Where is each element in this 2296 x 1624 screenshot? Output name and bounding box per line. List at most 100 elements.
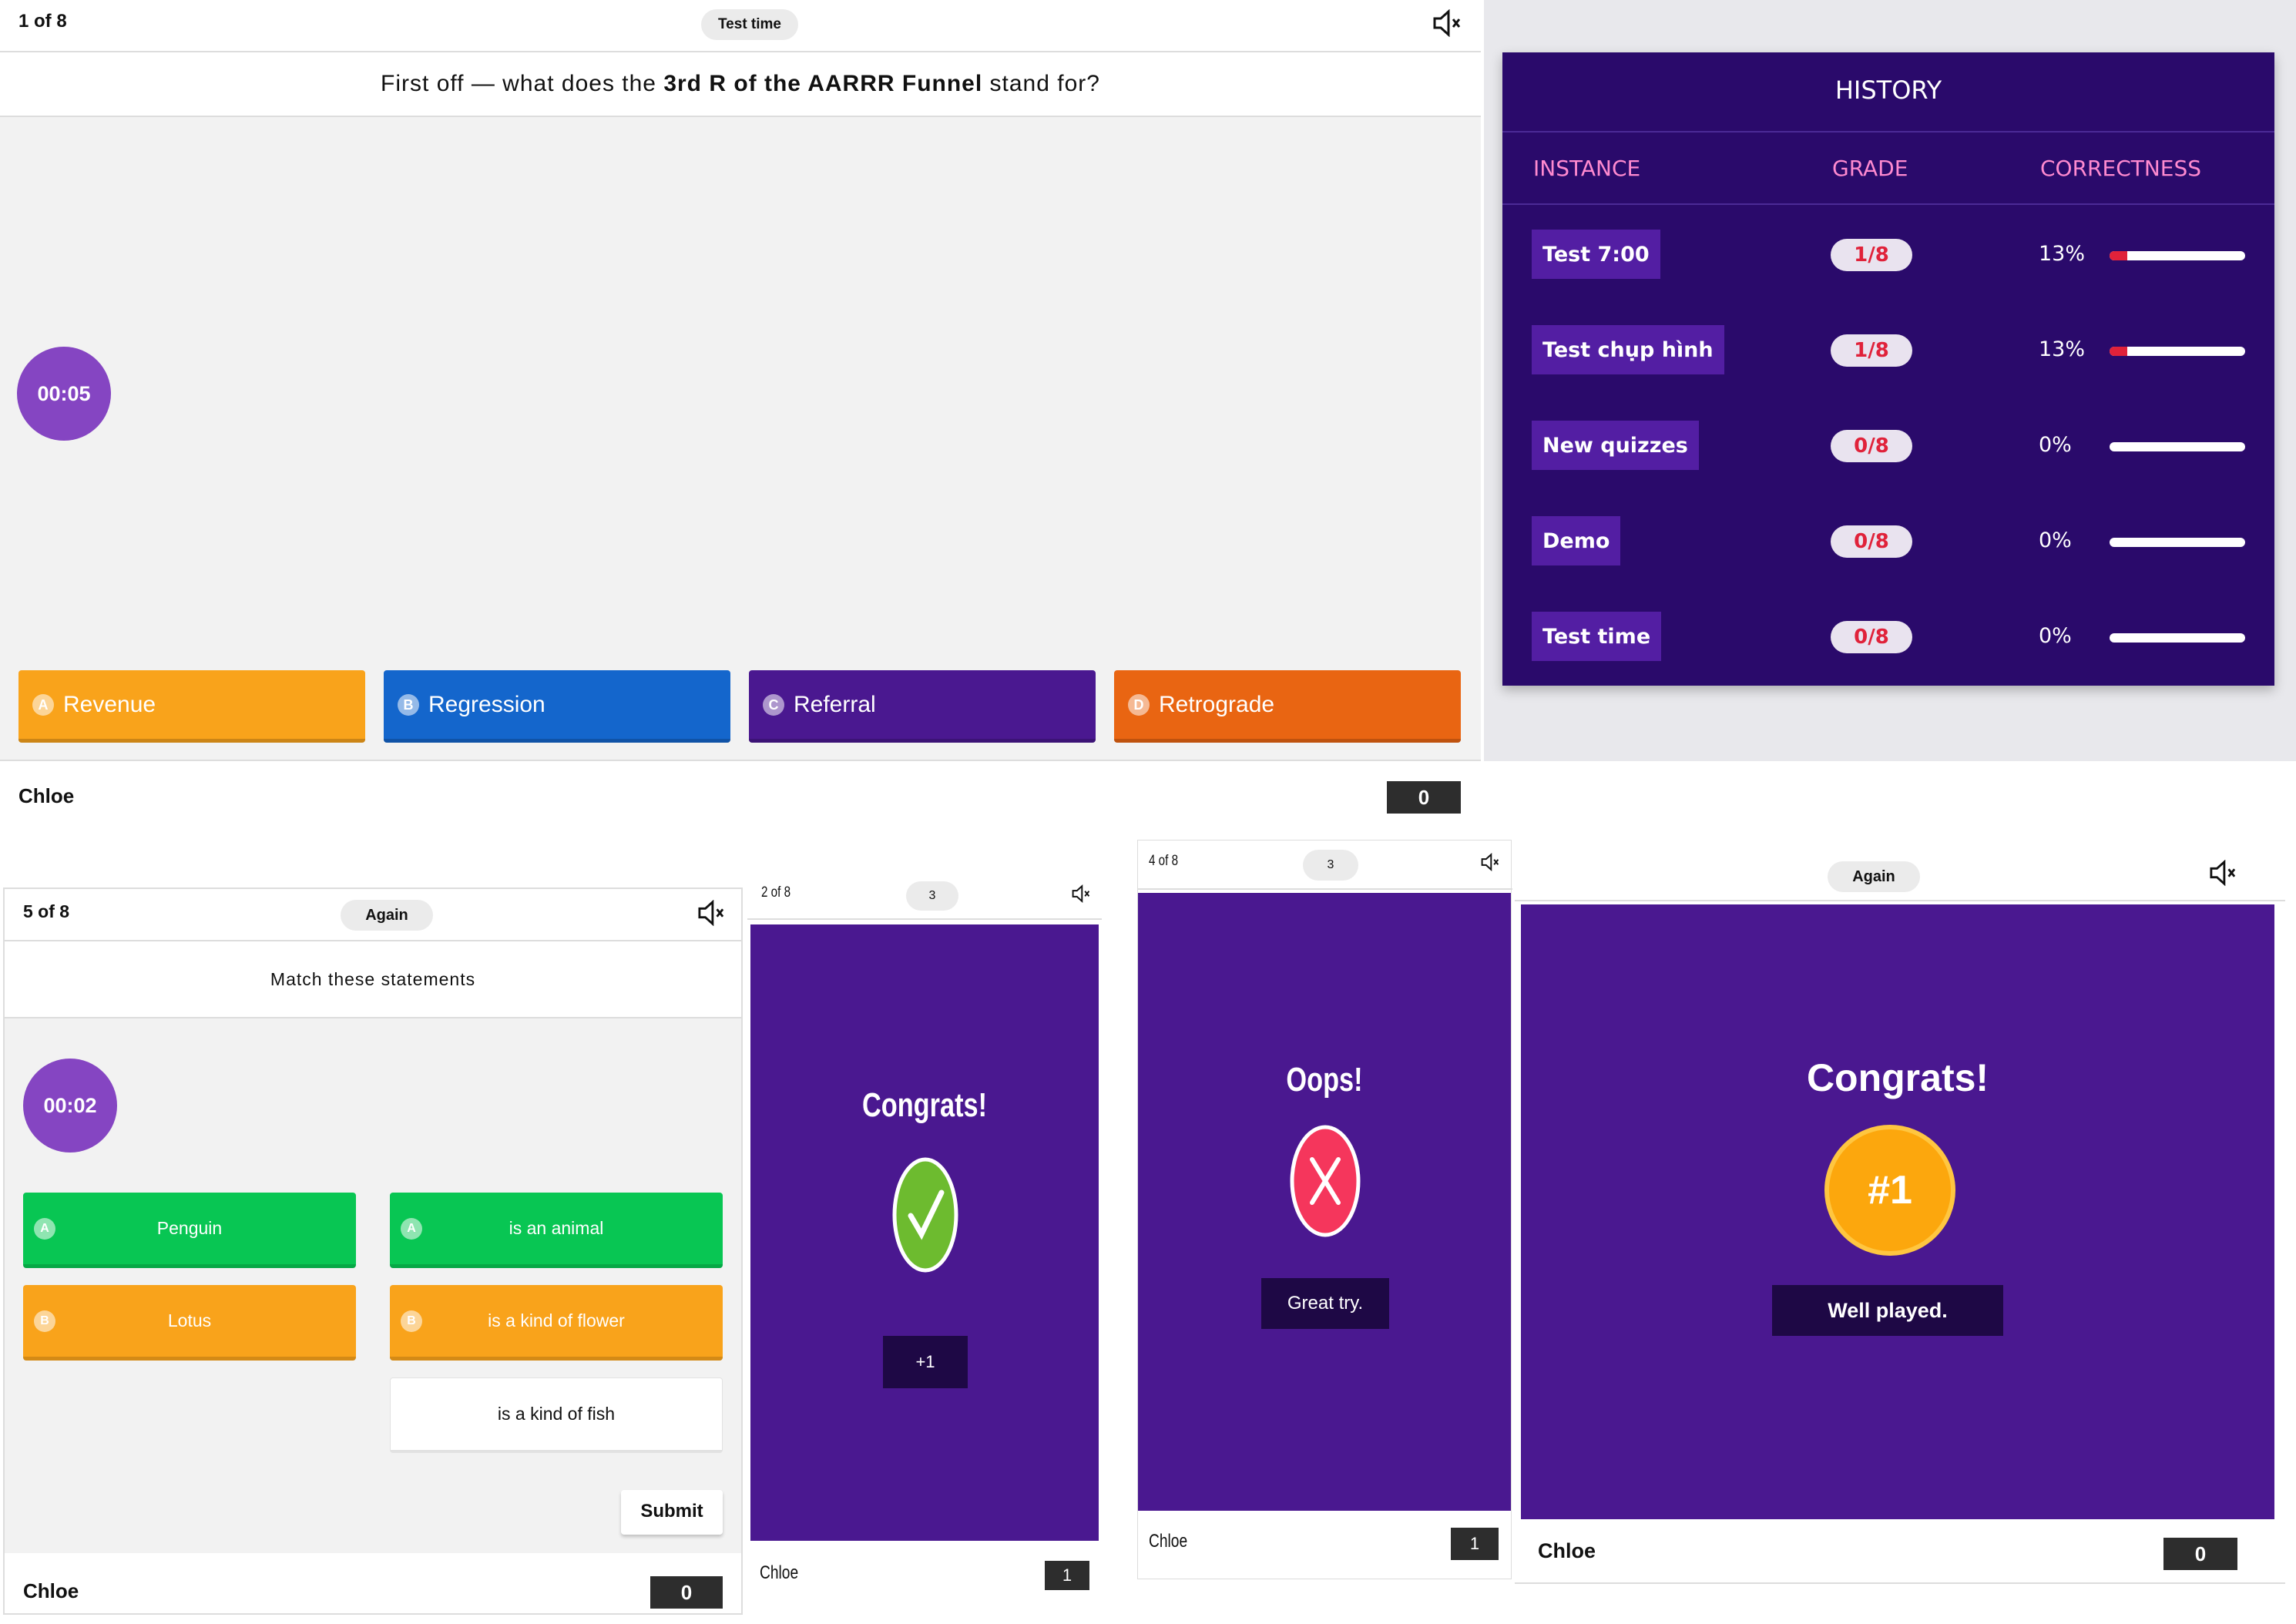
result-heading: Oops! <box>1286 1061 1363 1099</box>
player-name: Chloe <box>1538 1539 1596 1562</box>
match-left-b-label: Lotus <box>167 1310 212 1330</box>
column-header-instance: INSTANCE <box>1533 156 1641 181</box>
rank-text: #1 <box>1868 1168 1912 1213</box>
question-counter: 2 of 8 <box>761 884 791 901</box>
instance-name: Demo <box>1532 516 1621 565</box>
speaker-muted-icon[interactable] <box>2208 859 2237 887</box>
quiz-panel-match: 5 of 8 Again Match these statements 00:0… <box>3 887 743 1615</box>
answer-b-label: Regression <box>428 691 545 717</box>
player-score: 0 <box>1387 781 1461 814</box>
test-name-badge: 3 <box>1303 850 1358 881</box>
match-right-b-label: is a kind of flower <box>488 1310 625 1330</box>
footer-divider <box>1515 1582 2285 1584</box>
player-name: Chloe <box>18 784 75 807</box>
x-icon <box>1289 1124 1361 1238</box>
instance-name: Test 7:00 <box>1532 230 1660 279</box>
check-icon <box>892 1157 958 1273</box>
result-area: Oops! Great try. <box>1138 893 1511 1511</box>
header-divider <box>1138 888 1512 890</box>
match-left-a[interactable]: A Penguin <box>23 1193 356 1268</box>
correctness-bar <box>2110 251 2245 260</box>
player-name: Chloe <box>1149 1531 1188 1552</box>
question-text: Match these statements <box>270 969 476 989</box>
correctness-bar-fill <box>2110 251 2127 260</box>
speaker-muted-icon[interactable] <box>1432 8 1462 38</box>
player-score: 1 <box>1045 1561 1089 1590</box>
correctness-percent: 0% <box>2039 528 2072 552</box>
match-left-a-label: Penguin <box>156 1218 223 1238</box>
grade-badge: 0/8 <box>1831 525 1912 558</box>
question-counter: 1 of 8 <box>18 11 67 32</box>
timer: 00:05 <box>17 347 111 441</box>
question-area <box>0 116 1481 760</box>
test-name-badge: Again <box>341 900 433 931</box>
question-bold: 3rd R of the AARRR Funnel <box>663 71 983 96</box>
match-left-a-letter: A <box>34 1217 55 1240</box>
match-right-c[interactable]: is a kind of fish <box>390 1377 723 1453</box>
match-right-c-label: is a kind of fish <box>497 1404 616 1424</box>
header-divider <box>747 918 1102 920</box>
correctness-bar <box>2110 538 2245 547</box>
history-row[interactable]: Test time 0/8 0% <box>1502 612 2274 666</box>
speaker-muted-icon[interactable] <box>697 899 726 927</box>
answer-c-button[interactable]: C Referral <box>749 670 1096 743</box>
answer-c-letter: C <box>763 693 784 716</box>
quiz-panel-question: 1 of 8 Test time First off — what does t… <box>0 0 1481 832</box>
speaker-muted-icon[interactable] <box>1480 851 1500 873</box>
footer-divider <box>0 760 1481 761</box>
instance-name: Test time <box>1532 612 1662 661</box>
match-left-b-letter: B <box>34 1310 55 1332</box>
grade-badge: 0/8 <box>1831 621 1912 653</box>
result-message: Great try. <box>1261 1278 1389 1329</box>
correctness-bar <box>2110 633 2245 643</box>
result-panel-final: Again Congrats! #1 Well played. Chloe 0 <box>1515 844 2285 1584</box>
match-right-b[interactable]: B is a kind of flower <box>390 1285 723 1361</box>
match-right-a-letter: A <box>401 1217 422 1240</box>
correctness-percent: 13% <box>2039 337 2086 361</box>
match-right-a[interactable]: A is an animal <box>390 1193 723 1268</box>
column-header-divider <box>1502 203 2274 205</box>
question-suffix: stand for? <box>982 71 1100 96</box>
submit-button[interactable]: Submit <box>621 1490 723 1535</box>
history-title-divider <box>1502 131 2274 133</box>
instance-name: New quizzes <box>1532 421 1699 470</box>
grade-badge: 1/8 <box>1831 239 1912 271</box>
correctness-percent: 13% <box>2039 242 2086 266</box>
answer-a-label: Revenue <box>63 691 156 717</box>
grade-badge: 1/8 <box>1831 334 1912 367</box>
correctness-bar-fill <box>2110 347 2127 356</box>
correctness-percent: 0% <box>2039 624 2072 648</box>
question-prefix: First off — what does the <box>381 71 664 96</box>
answer-b-button[interactable]: B Regression <box>384 670 730 743</box>
question-counter: 5 of 8 <box>23 901 70 921</box>
answer-d-label: Retrograde <box>1159 691 1275 717</box>
answer-d-button[interactable]: D Retrograde <box>1114 670 1461 743</box>
player-name: Chloe <box>760 1562 799 1583</box>
result-panel-correct: 2 of 8 3 Congrats! +1 Chloe 1 <box>747 871 1102 1599</box>
header-divider <box>1515 900 2285 901</box>
history-title: HISTORY <box>1834 75 1942 105</box>
answer-c-label: Referral <box>794 691 876 717</box>
test-name-badge: 3 <box>906 881 958 911</box>
speaker-muted-icon[interactable] <box>1071 883 1091 904</box>
history-row[interactable]: Test 7:00 1/8 13% <box>1502 230 2274 284</box>
player-score: 1 <box>1451 1528 1499 1560</box>
points-badge: +1 <box>883 1336 968 1388</box>
timer: 00:02 <box>23 1059 117 1153</box>
answer-a-letter: A <box>32 693 54 716</box>
column-header-correctness: CORRECTNESS <box>2040 156 2202 181</box>
instance-name: Test chụp hình <box>1532 325 1724 374</box>
history-row[interactable]: Demo 0/8 0% <box>1502 516 2274 570</box>
result-area: Congrats! +1 <box>750 924 1099 1541</box>
question-text: First off — what does the 3rd R of the A… <box>0 52 1481 116</box>
history-row[interactable]: Test chụp hình 1/8 13% <box>1502 325 2274 379</box>
result-panel-wrong: 4 of 8 3 Oops! Great try. Chloe 1 <box>1137 840 1512 1579</box>
correctness-bar <box>2110 347 2245 356</box>
player-score: 0 <box>2163 1538 2237 1570</box>
player-score: 0 <box>650 1576 723 1609</box>
test-name-badge: Test time <box>701 9 798 40</box>
result-area: Congrats! #1 Well played. <box>1521 904 2274 1519</box>
answer-a-button[interactable]: A Revenue <box>18 670 365 743</box>
history-row[interactable]: New quizzes 0/8 0% <box>1502 421 2274 475</box>
match-left-b[interactable]: B Lotus <box>23 1285 356 1361</box>
